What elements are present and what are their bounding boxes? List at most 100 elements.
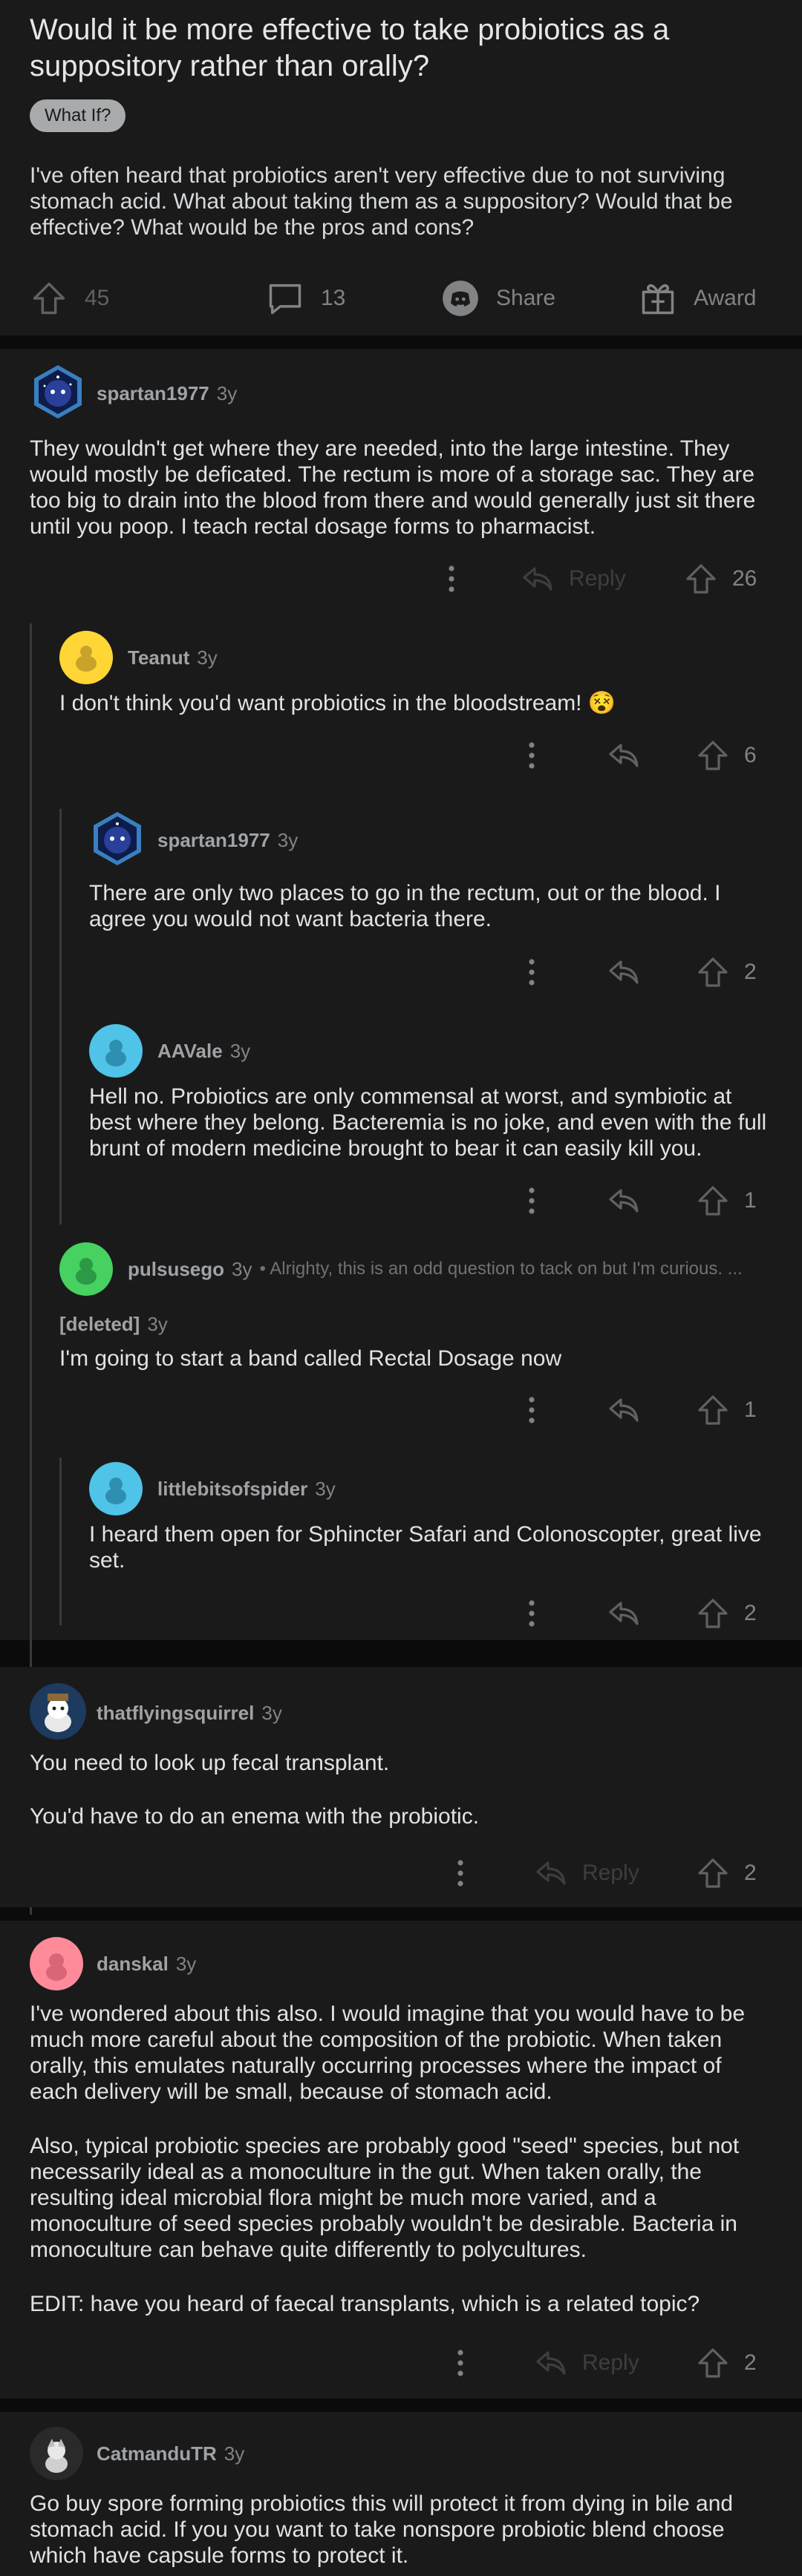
post-upvote-button[interactable]: 45 (30, 275, 109, 322)
reply-label: Reply (569, 566, 626, 591)
more-button[interactable] (514, 735, 550, 776)
avatar[interactable] (30, 1937, 83, 1990)
post-share-label: Share (496, 286, 556, 310)
upvote-button[interactable]: 6 (695, 735, 757, 776)
comment-age: 3y (147, 1312, 168, 1335)
comment-author[interactable]: pulsusego (128, 1258, 224, 1281)
more-button[interactable] (443, 1852, 478, 1894)
post-award-button[interactable]: Award (639, 275, 757, 322)
post-body: I've often heard that probiotics aren't … (30, 163, 733, 240)
snoo-avatar-icon (45, 2439, 68, 2473)
comment-author[interactable]: spartan1977 (157, 829, 270, 852)
snoo-avatar-icon (94, 812, 141, 865)
reply-button[interactable] (606, 1389, 642, 1431)
more-button[interactable] (443, 2342, 478, 2384)
reply-button[interactable] (606, 1593, 642, 1634)
avatar[interactable] (89, 1462, 143, 1515)
more-dots-icon (529, 1397, 535, 1423)
post-comments-button[interactable]: 13 (266, 275, 345, 322)
comment-meta: danskal 3y (97, 1949, 196, 1979)
avatar[interactable] (30, 364, 86, 420)
comment-author[interactable]: Teanut (128, 646, 189, 669)
post-share-button[interactable]: Share (441, 275, 555, 322)
award-gift-icon (642, 284, 674, 315)
comment-author[interactable]: spartan1977 (97, 382, 209, 405)
upvote-button[interactable]: 1 (695, 1180, 757, 1222)
vote-count: 6 (744, 743, 757, 767)
comment-author[interactable]: thatflyingsquirrel (97, 1702, 254, 1725)
avatar[interactable] (30, 2427, 83, 2480)
upvote-button[interactable]: 26 (683, 558, 757, 600)
comment-author[interactable]: AAVale (157, 1040, 223, 1063)
comment-body: You need to look up fecal transplant. (30, 1751, 390, 1775)
reply-button[interactable] (606, 735, 642, 776)
snoo-avatar-icon (34, 365, 82, 419)
comment-body: Hell no. Probiotics are only commensal a… (89, 1084, 767, 1161)
upvote-arrow-icon (698, 1186, 728, 1216)
upvote-button[interactable]: 2 (695, 2342, 757, 2384)
comment-body: I don't think you'd want probiotics in t… (59, 691, 616, 715)
reply-button[interactable] (606, 1180, 642, 1222)
more-button[interactable] (514, 951, 550, 993)
reply-label: Reply (582, 1861, 639, 1885)
snoo-avatar-icon (105, 1478, 126, 1504)
comment-age: 3y (232, 1257, 252, 1280)
more-button[interactable] (514, 1389, 550, 1431)
post-flair[interactable]: What If? (30, 99, 126, 132)
comment-author[interactable]: littlebitsofspider (157, 1478, 307, 1501)
comment-thread-4: CatmanduTR 3y Go buy spore forming probi… (0, 2412, 802, 2576)
post-comment-count: 13 (321, 286, 346, 310)
snoo-avatar-icon (46, 1953, 67, 1981)
reply-arrow-icon (609, 1398, 639, 1422)
vote-count: 2 (744, 960, 757, 984)
comment-actions: 2 (0, 951, 802, 993)
reply-button[interactable] (606, 951, 642, 993)
avatar[interactable] (59, 631, 113, 684)
comment-meta: CatmanduTR 3y (97, 2439, 244, 2468)
comment-body: Go buy spore forming probiotics this wil… (30, 2491, 734, 2568)
comment-body: Also, typical probiotic species are prob… (30, 2134, 740, 2262)
comment-body: EDIT: have you heard of faecal transplan… (30, 2292, 700, 2316)
comment-age: 3y (229, 1039, 251, 1062)
avatar[interactable] (59, 1242, 113, 1296)
vote-count: 2 (744, 1861, 757, 1885)
avatar[interactable] (30, 1683, 86, 1740)
comment-body: You'd have to do an enema with the probi… (30, 1804, 480, 1829)
more-dots-icon (457, 1860, 463, 1887)
more-button[interactable] (434, 558, 469, 600)
more-dots-icon (529, 959, 535, 986)
comment-age: 3y (277, 828, 299, 851)
comment-thread-1: spartan1977 3y They wouldn't get where t… (0, 349, 802, 1915)
reply-button[interactable]: Reply (533, 1852, 639, 1894)
upvote-button[interactable]: 2 (695, 951, 757, 993)
more-dots-icon (457, 2350, 463, 2376)
post-actions-bar: 45 13 Share Award (0, 275, 802, 322)
more-button[interactable] (514, 1180, 550, 1222)
reply-button[interactable]: Reply (520, 558, 626, 600)
upvote-button[interactable]: 1 (695, 1389, 757, 1431)
upvote-arrow-icon (698, 1599, 728, 1628)
upvote-button[interactable]: 2 (695, 1593, 757, 1634)
comment-meta: littlebitsofspider 3y (157, 1474, 336, 1504)
avatar[interactable] (89, 1024, 143, 1078)
thread-line[interactable] (59, 809, 62, 1225)
upvote-button[interactable]: 2 (695, 1852, 757, 1894)
comment-meta: Teanut 3y (128, 643, 218, 672)
snoo-avatar-icon (105, 1040, 126, 1066)
upvote-arrow-icon (698, 957, 728, 987)
vote-count: 2 (744, 2350, 757, 2375)
comment-actions: 1 (0, 1389, 802, 1431)
comment-age: 3y (224, 2442, 245, 2465)
comment-meta-collapsed[interactable]: pulsusego 3y • Alrighty, this is an odd … (128, 1254, 781, 1284)
post-panel: Would it be more effective to take probi… (0, 0, 802, 335)
comment-author[interactable]: danskal (97, 1953, 169, 1976)
post-title: Would it be more effective to take probi… (30, 13, 670, 82)
more-button[interactable] (514, 1593, 550, 1634)
avatar[interactable] (89, 810, 146, 867)
vote-count: 2 (744, 1601, 757, 1625)
comment-actions: 2 (0, 1593, 802, 1634)
upvote-arrow-icon (686, 564, 716, 594)
reply-button[interactable]: Reply (533, 2342, 639, 2384)
comment-author[interactable]: CatmanduTR (97, 2442, 217, 2465)
comment-thread-3: danskal 3y I've wondered about this also… (0, 1921, 802, 2399)
